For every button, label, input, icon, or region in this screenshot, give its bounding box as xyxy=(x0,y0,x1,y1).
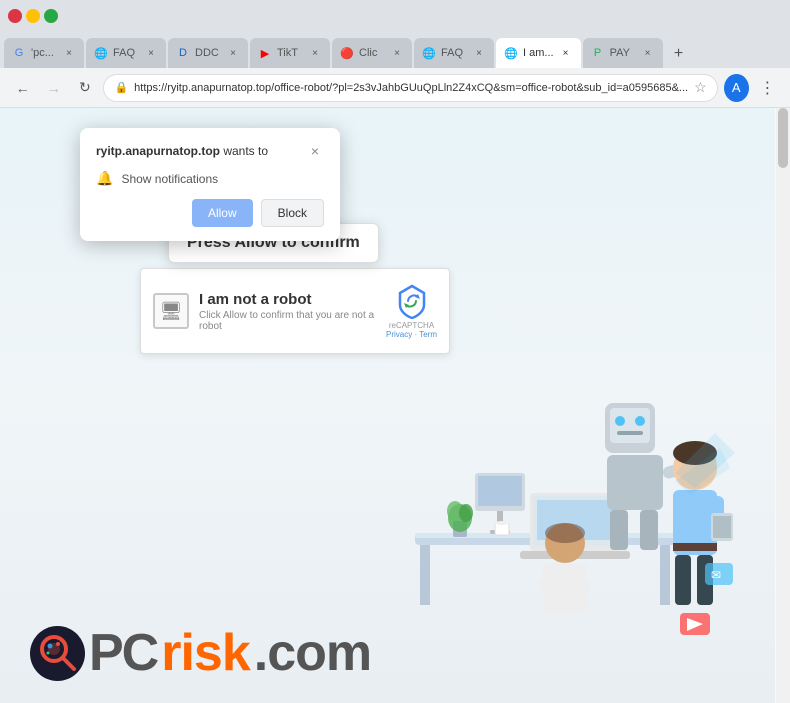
bell-icon: 🔔 xyxy=(96,170,113,187)
captcha-box: 🖥 I am not a robot Click Allow to confir… xyxy=(140,268,450,354)
close-window-button[interactable] xyxy=(8,9,22,23)
reload-button[interactable]: ↻ xyxy=(72,74,97,102)
pcrisk-magnify-icon xyxy=(30,626,85,681)
captcha-subtitle: Click Allow to confirm that you are not … xyxy=(199,310,378,332)
captcha-title: I am not a robot xyxy=(199,291,378,308)
svg-text:✉: ✉ xyxy=(711,568,721,582)
tab-close-8[interactable]: × xyxy=(641,46,655,60)
terms-link[interactable]: Term xyxy=(419,330,437,339)
tab-favicon-2: 🌐 xyxy=(94,46,108,60)
browser-tab-2[interactable]: 🌐 FAQ × xyxy=(86,38,166,68)
browser-tab-7[interactable]: 🌐 I am... × xyxy=(496,38,581,68)
notification-popup: ryitp.anapurnatop.top wants to × 🔔 Show … xyxy=(80,128,340,241)
tab-favicon-3: D xyxy=(176,46,190,60)
pcrisk-risk-text: risk xyxy=(161,623,250,683)
notification-permission-row: 🔔 Show notifications xyxy=(96,170,324,187)
tab-close-7[interactable]: × xyxy=(559,46,573,60)
url-text: https://ryitp.anapurnatop.top/office-rob… xyxy=(134,82,688,94)
tab-label-8: PAY xyxy=(610,47,630,59)
notification-close-button[interactable]: × xyxy=(306,142,324,160)
allow-button[interactable]: Allow xyxy=(192,199,253,227)
pcrisk-pc-text: PC xyxy=(89,623,157,683)
tab-label-6: FAQ xyxy=(441,47,463,59)
pcrisk-logo: PCrisk.com xyxy=(30,623,371,683)
browser-tab-1[interactable]: G 'pc... × xyxy=(4,38,84,68)
tab-favicon-5: 🔴 xyxy=(340,46,354,60)
browser-tab-8[interactable]: P PAY × xyxy=(583,38,663,68)
browser-menu-button[interactable]: ⋮ xyxy=(755,74,780,102)
tab-label-4: TikT xyxy=(277,47,298,59)
tab-label-1: 'pc... xyxy=(31,47,54,59)
profile-button[interactable]: A xyxy=(724,74,749,102)
tab-close-5[interactable]: × xyxy=(390,46,404,60)
notification-buttons: Allow Block xyxy=(96,199,324,227)
recaptcha-icon xyxy=(394,283,430,319)
tab-label-3: DDC xyxy=(195,47,219,59)
notification-title: ryitp.anapurnatop.top wants to xyxy=(96,144,268,158)
scrollbar-thumb[interactable] xyxy=(778,108,788,168)
tab-close-4[interactable]: × xyxy=(308,46,322,60)
tab-close-3[interactable]: × xyxy=(226,46,240,60)
title-bar xyxy=(0,0,790,32)
page-content: ✉ PCrisk.com ryitp.anapurnatop.top wants… xyxy=(0,108,790,703)
tab-bar: G 'pc... × 🌐 FAQ × D DDC × ▶ TikT × 🔴 Cl… xyxy=(0,32,790,68)
recaptcha-logo-area: reCAPTCHA Privacy · Term xyxy=(386,283,437,339)
notification-site-suffix: wants to xyxy=(220,144,268,158)
browser-tab-5[interactable]: 🔴 Clic × xyxy=(332,38,412,68)
minimize-window-button[interactable] xyxy=(26,9,40,23)
tab-label-7: I am... xyxy=(523,47,554,59)
address-bar: ← → ↻ 🔒 https://ryitp.anapurnatop.top/of… xyxy=(0,68,790,108)
tab-label-5: Clic xyxy=(359,47,377,59)
notification-site-bold: ryitp.anapurnatop.top xyxy=(96,144,220,158)
new-tab-button[interactable]: + xyxy=(665,40,693,68)
notification-header: ryitp.anapurnatop.top wants to × xyxy=(96,142,324,160)
pcrisk-com-text: .com xyxy=(254,623,371,683)
notification-permission-text: Show notifications xyxy=(121,172,218,186)
tab-favicon-7: 🌐 xyxy=(504,46,518,60)
tab-close-2[interactable]: × xyxy=(144,46,158,60)
window-controls[interactable] xyxy=(8,9,58,23)
browser-tab-6[interactable]: 🌐 FAQ × xyxy=(414,38,494,68)
tab-favicon-8: P xyxy=(591,46,605,60)
tab-label-2: FAQ xyxy=(113,47,135,59)
browser-tab-3[interactable]: D DDC × xyxy=(168,38,248,68)
scrollbar[interactable] xyxy=(776,108,790,703)
browser-tab-4[interactable]: ▶ TikT × xyxy=(250,38,330,68)
captcha-text-block: I am not a robot Click Allow to confirm … xyxy=(199,291,378,332)
office-illustration: ✉ xyxy=(335,323,755,663)
forward-button[interactable]: → xyxy=(41,74,66,102)
back-button[interactable]: ← xyxy=(10,74,35,102)
block-button[interactable]: Block xyxy=(261,199,324,227)
privacy-link[interactable]: Privacy xyxy=(386,330,412,339)
recaptcha-links: Privacy · Term xyxy=(386,330,437,339)
lock-icon: 🔒 xyxy=(114,81,128,94)
recaptcha-label: reCAPTCHA xyxy=(389,321,434,330)
tab-favicon-6: 🌐 xyxy=(422,46,436,60)
captcha-checkbox[interactable]: 🖥 xyxy=(153,293,189,329)
url-bar[interactable]: 🔒 https://ryitp.anapurnatop.top/office-r… xyxy=(103,74,717,102)
monitor-icon: 🖥 xyxy=(160,301,183,322)
tab-close-6[interactable]: × xyxy=(472,46,486,60)
bookmark-icon[interactable]: ☆ xyxy=(694,79,707,96)
tab-favicon-4: ▶ xyxy=(258,46,272,60)
tab-close-1[interactable]: × xyxy=(62,46,76,60)
tab-favicon-1: G xyxy=(12,46,26,60)
maximize-window-button[interactable] xyxy=(44,9,58,23)
